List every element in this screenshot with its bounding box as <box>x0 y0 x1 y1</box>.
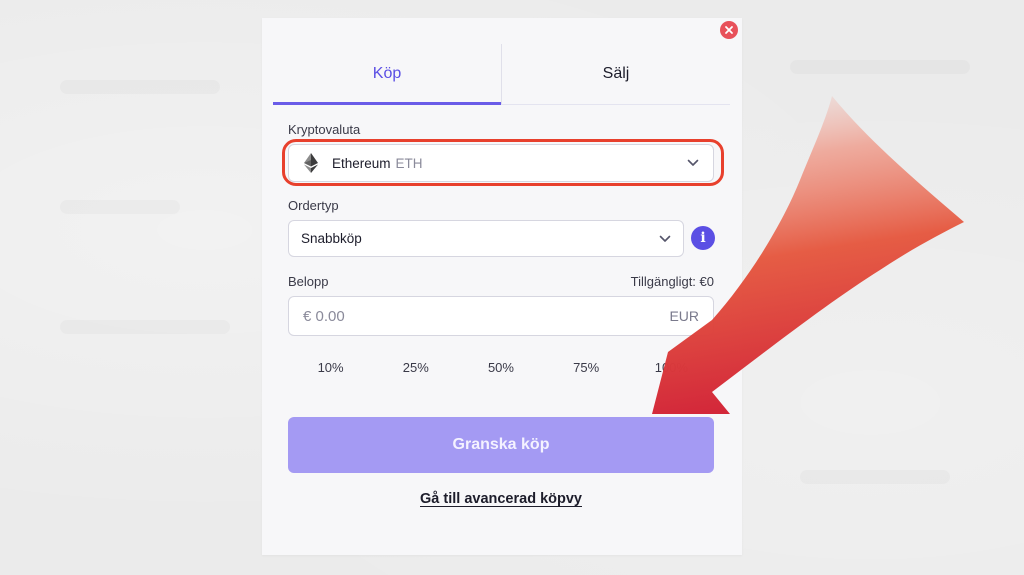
order-type-label: Ordertyp <box>288 198 339 213</box>
order-type-select[interactable]: Snabbköp <box>288 220 684 257</box>
crypto-label: Kryptovaluta <box>288 122 361 137</box>
order-type-value: Snabbköp <box>301 231 362 246</box>
ethereum-icon <box>303 153 319 173</box>
percent-shortcuts: 10% 25% 50% 75% 100% <box>288 360 714 380</box>
screen: Köp Sälj Kryptovaluta Ethereum ETH Order… <box>0 0 1024 575</box>
advanced-buy-link[interactable]: Gå till avancerad köpvy <box>288 491 714 507</box>
background-shape <box>790 60 970 74</box>
info-icon[interactable]: i <box>691 226 715 250</box>
percent-50-button[interactable]: 50% <box>461 360 541 380</box>
crypto-ticker: ETH <box>395 155 423 171</box>
available-balance: Tillgängligt: €0 <box>630 274 714 289</box>
trade-tabs: Köp Sälj <box>273 44 730 105</box>
trade-panel: Köp Sälj Kryptovaluta Ethereum ETH Order… <box>262 18 742 555</box>
chevron-down-icon <box>687 159 699 167</box>
review-purchase-button[interactable]: Granska köp <box>288 417 714 473</box>
amount-field[interactable]: EUR <box>288 296 714 336</box>
percent-100-button[interactable]: 100% <box>631 360 711 380</box>
background-shape <box>800 470 950 484</box>
crypto-select[interactable]: Ethereum ETH <box>288 144 714 182</box>
close-button[interactable] <box>720 21 738 39</box>
percent-10-button[interactable]: 10% <box>291 360 371 380</box>
percent-75-button[interactable]: 75% <box>546 360 626 380</box>
tab-buy[interactable]: Köp <box>273 44 501 105</box>
crypto-name: Ethereum <box>332 155 391 171</box>
close-icon <box>725 26 733 34</box>
percent-25-button[interactable]: 25% <box>376 360 456 380</box>
background-shape <box>60 200 180 214</box>
currency-label: EUR <box>669 308 699 324</box>
background-shape <box>60 80 220 94</box>
background-shape <box>60 320 230 334</box>
amount-input[interactable] <box>303 307 670 325</box>
tab-sell[interactable]: Sälj <box>502 44 730 104</box>
chevron-down-icon <box>659 235 671 243</box>
amount-label: Belopp <box>288 274 329 289</box>
